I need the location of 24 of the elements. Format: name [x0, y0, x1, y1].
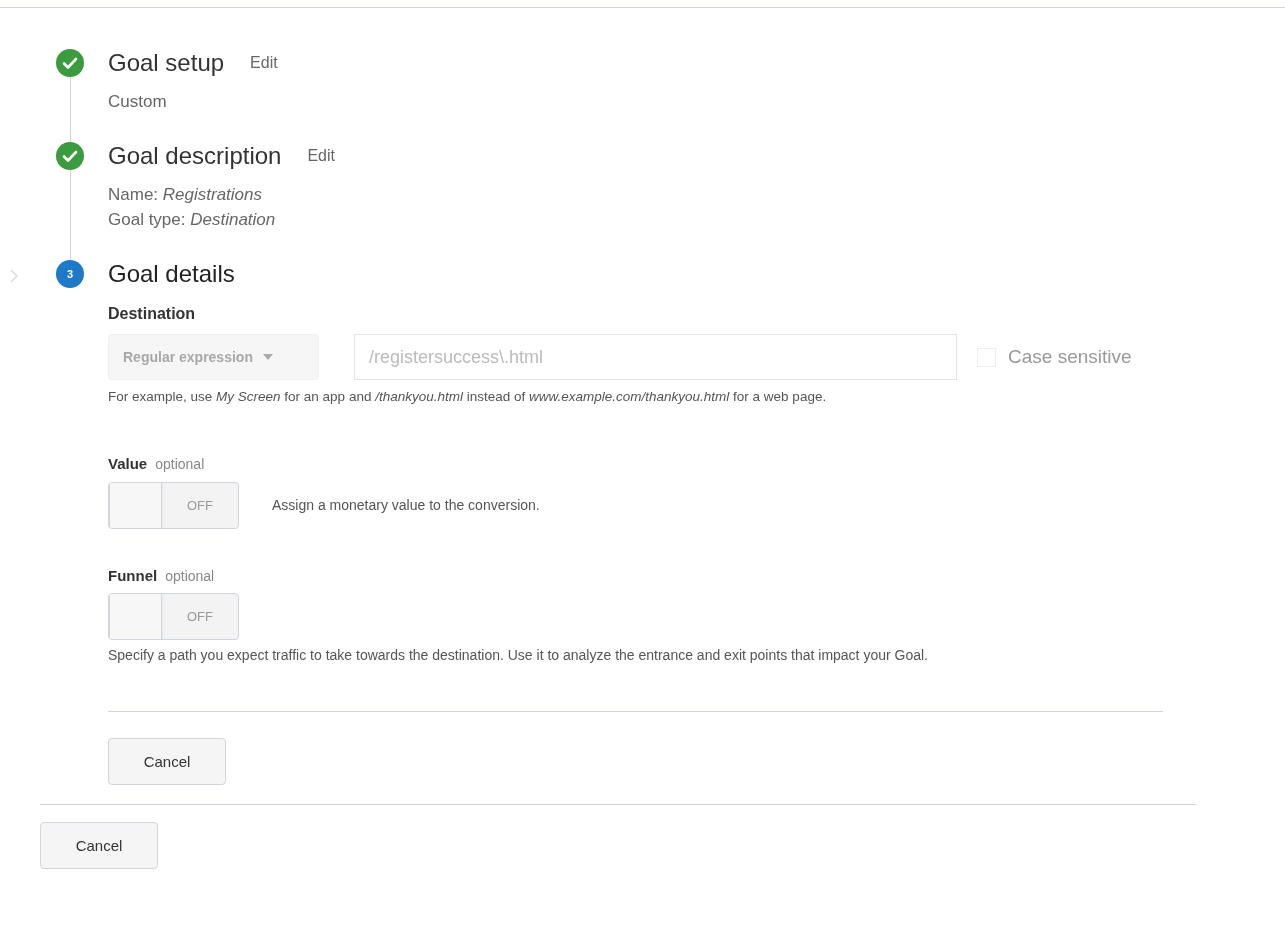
step-title: Goal details: [108, 259, 235, 289]
option-label: Value: [108, 454, 148, 475]
option-description: Assign a monetary value to the conversion.: [272, 495, 540, 515]
optional-tag: optional: [155, 454, 205, 476]
section-label: Destination: [108, 304, 197, 324]
edit-link[interactable]: Edit: [307, 144, 335, 168]
option-label: Funnel: [108, 565, 158, 586]
optional-tag: optional: [165, 565, 215, 587]
step-title: Goal setup: [108, 48, 225, 78]
hint-text: For example, use My Screen for an app and /thankyou.html instead of www.example.com/thankyou.html for a web page.: [108, 388, 828, 406]
check-circle-icon: [56, 49, 84, 77]
step-summary: Custom: [108, 91, 168, 113]
edit-link[interactable]: Edit: [250, 51, 278, 75]
check-circle-icon: [56, 142, 84, 170]
cancel-button[interactable]: Cancel: [40, 822, 158, 870]
caret-down-icon: [262, 354, 273, 360]
step-summary: Name: Registrations: [108, 184, 263, 206]
cancel-button[interactable]: Cancel: [108, 738, 226, 786]
option-description: Specify a path you expect traffic to take towards the destination. Use it to analyze the entrance and exit points that impact your Goal.: [108, 646, 929, 666]
chevron-right-icon[interactable]: [10, 269, 18, 283]
step-title: Goal description: [108, 141, 282, 171]
step-number: 3: [56, 260, 84, 288]
step-summary: Goal type: Destination: [108, 209, 277, 231]
checkbox-label: Case sensitive: [1008, 344, 1132, 369]
